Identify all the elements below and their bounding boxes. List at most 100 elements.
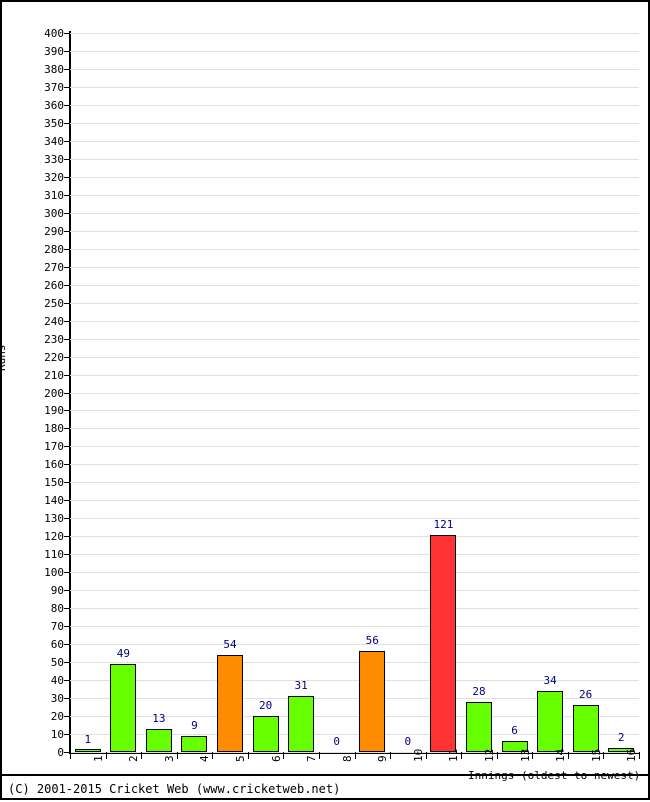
x-tick-mark [105, 752, 107, 759]
bar [74, 749, 101, 752]
x-tick-mark [461, 752, 463, 759]
x-tick-label: 12 [482, 748, 496, 762]
gridline [70, 464, 639, 466]
gridline [70, 428, 639, 430]
y-axis-title: Runs [0, 344, 8, 372]
gridline [70, 608, 639, 610]
y-tick-mark [64, 104, 70, 106]
y-tick-mark [64, 86, 70, 88]
gridline [70, 374, 639, 376]
x-tick-label: 6 [269, 755, 283, 762]
x-tick-mark [603, 752, 605, 759]
y-tick-mark [64, 284, 70, 286]
x-tick-mark [496, 752, 498, 759]
x-tick-mark [70, 752, 71, 759]
gridline [70, 50, 639, 52]
y-tick-label: 10 [50, 728, 64, 742]
y-tick-label: 120 [44, 530, 64, 544]
x-tick-mark [141, 752, 143, 759]
batting-performance-chart: 0 10 20 30 40 50 60 70 80 90 100 110 120 130 140 150 160… [0, 0, 650, 800]
y-tick-mark [64, 302, 70, 304]
y-tick-label: 270 [44, 260, 64, 274]
x-tick-mark [176, 752, 178, 759]
y-tick-mark [64, 266, 70, 268]
x-tick-label: 15 [589, 748, 603, 762]
y-tick-mark [64, 464, 70, 466]
y-tick-label: 20 [50, 710, 64, 724]
bar-value-label: 13 [152, 711, 166, 725]
y-tick-mark [64, 500, 70, 502]
y-tick-label: 290 [44, 224, 64, 238]
footer-divider [2, 774, 648, 776]
y-tick-mark [64, 518, 70, 520]
bar [288, 696, 315, 752]
y-tick-label: 100 [44, 566, 64, 580]
gridline [70, 140, 639, 142]
y-tick-label: 140 [44, 494, 64, 508]
x-tick-label: 10 [411, 748, 425, 762]
y-tick-label: 60 [50, 638, 64, 652]
bar-value-label: 54 [223, 637, 237, 651]
y-tick-mark [64, 644, 70, 646]
y-tick-mark [64, 68, 70, 70]
y-tick-label: 380 [44, 62, 64, 76]
gridline [70, 446, 639, 448]
y-tick-label: 370 [44, 80, 64, 94]
gridline [70, 33, 639, 34]
y-tick-mark [64, 392, 70, 394]
gridline [70, 482, 639, 484]
x-tick-label: 7 [305, 755, 319, 762]
gridline [70, 86, 639, 88]
y-tick-label: 280 [44, 242, 64, 256]
bar [537, 690, 564, 752]
bar-value-label: 28 [472, 684, 486, 698]
gridline [70, 302, 639, 304]
gridline [70, 230, 639, 232]
x-tick-label: 9 [376, 755, 390, 762]
bar [217, 654, 244, 752]
bar-value-label: 20 [258, 699, 273, 713]
bar [145, 728, 172, 752]
y-tick-label: 170 [44, 440, 64, 454]
y-tick-label: 160 [44, 458, 64, 472]
x-tick-mark [212, 752, 214, 759]
y-tick-label: 400 [44, 27, 64, 40]
gridline [70, 104, 639, 106]
x-tick-mark [425, 752, 427, 759]
y-tick-label: 40 [50, 674, 64, 688]
gridline [70, 194, 639, 196]
y-tick-label: 180 [44, 422, 64, 436]
y-tick-mark [64, 230, 70, 232]
gridline [70, 248, 639, 250]
bar-value-label: 9 [191, 718, 198, 732]
y-tick-label: 220 [44, 350, 64, 364]
y-tick-label: 0 [57, 746, 64, 759]
gridline [70, 356, 639, 358]
y-tick-label: 250 [44, 296, 64, 310]
gridline [70, 176, 639, 178]
y-tick-label: 260 [44, 278, 64, 292]
y-tick-label: 150 [44, 476, 64, 490]
gridline [70, 662, 639, 664]
y-tick-mark [64, 590, 70, 592]
x-tick-label: 16 [625, 748, 639, 762]
y-tick-mark [64, 608, 70, 610]
x-tick-label: 2 [127, 755, 141, 762]
x-tick-label: 11 [447, 748, 461, 762]
y-tick-label: 70 [50, 620, 64, 634]
x-tick-mark [318, 752, 320, 759]
y-tick-label: 320 [44, 170, 64, 184]
x-tick-mark [354, 752, 356, 759]
y-tick-mark [64, 428, 70, 430]
gridline [70, 554, 639, 556]
bar-value-label: 56 [365, 634, 379, 648]
bar [359, 651, 386, 752]
bar [430, 534, 457, 752]
x-tick-label: 3 [162, 755, 176, 762]
gridline [70, 158, 639, 160]
bar-value-label: 0 [404, 735, 412, 748]
y-tick-mark [64, 680, 70, 682]
y-tick-label: 340 [44, 134, 64, 148]
y-tick-label: 240 [44, 314, 64, 328]
x-tick-label: 8 [340, 755, 354, 762]
